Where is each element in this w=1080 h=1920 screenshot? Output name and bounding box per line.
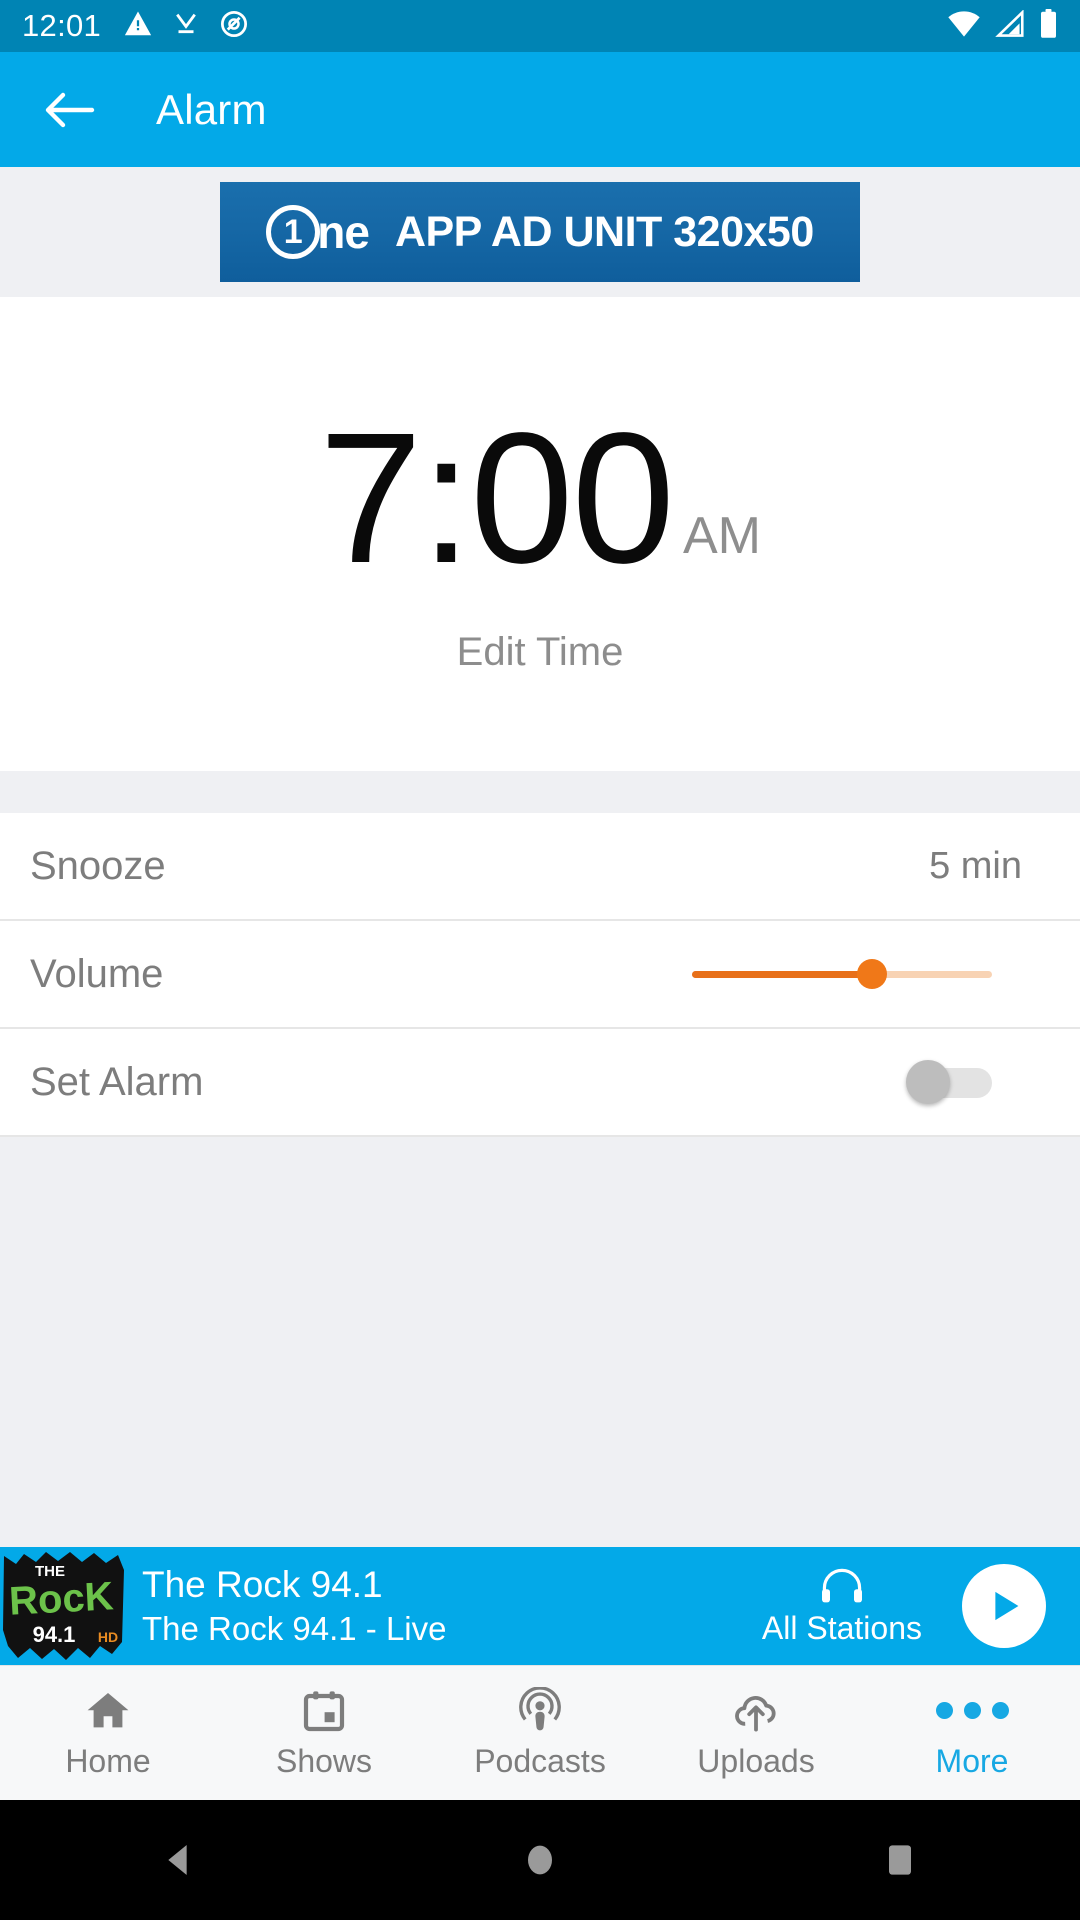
play-button[interactable]: [962, 1564, 1046, 1648]
station-logo[interactable]: THE RocK 94.1 HD: [0, 1550, 128, 1662]
snooze-label: Snooze: [30, 843, 166, 888]
svg-text:RocK: RocK: [8, 1574, 115, 1623]
ad-logo: 1 ne: [266, 205, 370, 259]
status-bar-notification-icons: [123, 9, 249, 44]
edit-time-button[interactable]: Edit Time: [0, 630, 1080, 675]
back-button[interactable]: [40, 80, 100, 140]
volume-slider-thumb[interactable]: [857, 959, 887, 990]
warning-icon: [123, 9, 153, 44]
section-divider-band: [0, 771, 1080, 814]
more-dot-1: [935, 1702, 953, 1719]
system-back-icon: [168, 1845, 187, 1875]
set-alarm-toggle[interactable]: [906, 1060, 994, 1105]
volume-slider-fill: [692, 970, 872, 978]
snooze-row[interactable]: Snooze 5 min: [0, 813, 1080, 922]
nav-label-uploads: Uploads: [697, 1742, 815, 1779]
download-done-icon: [171, 9, 201, 44]
status-bar: 12:01: [0, 0, 1080, 52]
app-bar: Alarm: [0, 52, 1080, 167]
nav-label-shows: Shows: [275, 1742, 373, 1779]
arrow-back-icon: [45, 92, 95, 127]
all-stations-button[interactable]: All Stations: [762, 1566, 922, 1647]
wifi-icon: [947, 10, 981, 43]
page-title: Alarm: [156, 85, 267, 133]
phone-screen: 12:01 Alarm 1 ne APP AD UNIT 320x50 7:00…: [0, 0, 1080, 1920]
more-dot-2: [963, 1702, 981, 1719]
nav-label-more: More: [935, 1742, 1009, 1779]
system-recents-icon: [889, 1845, 911, 1875]
now-playing-info[interactable]: The Rock 94.1 The Rock 94.1 - Live: [142, 1563, 762, 1649]
nav-item-podcasts[interactable]: Podcasts: [432, 1666, 648, 1800]
set-alarm-row[interactable]: Set Alarm: [0, 1029, 1080, 1138]
station-name: The Rock 94.1: [142, 1564, 383, 1606]
alarm-time-meridiem: AM: [683, 507, 761, 566]
system-back-button[interactable]: [100, 1800, 260, 1920]
volume-label: Volume: [30, 951, 164, 996]
home-icon: [87, 1692, 129, 1727]
all-stations-label: All Stations: [761, 1609, 922, 1646]
battery-icon: [1039, 8, 1058, 44]
nav-item-shows[interactable]: Shows: [216, 1666, 432, 1800]
status-bar-system-icons: [947, 8, 1058, 44]
set-alarm-label: Set Alarm: [30, 1059, 204, 1104]
nav-item-more[interactable]: More: [864, 1666, 1080, 1800]
headphones-icon: [821, 1568, 862, 1602]
podcast-icon: [519, 1686, 561, 1730]
ad-container: 1 ne APP AD UNIT 320x50: [0, 167, 1080, 297]
nav-label-home: Home: [65, 1742, 151, 1779]
status-bar-clock: 12:01: [22, 8, 102, 43]
alarm-settings-list: Snooze 5 min Volume Set Alarm: [0, 813, 1080, 1138]
nav-item-home[interactable]: Home: [0, 1666, 216, 1800]
system-navigation-bar: [0, 1800, 1080, 1920]
ad-banner[interactable]: 1 ne APP AD UNIT 320x50: [220, 182, 860, 282]
station-subtitle: The Rock 94.1 - Live: [142, 1609, 447, 1647]
play-icon: [995, 1591, 1019, 1621]
system-recents-button[interactable]: [820, 1800, 980, 1920]
alarm-time-section: 7:00 AM Edit Time: [0, 297, 1080, 772]
volume-slider[interactable]: [692, 952, 992, 996]
alarm-time-display[interactable]: 7:00 AM: [0, 395, 1080, 602]
content-filler: [0, 1137, 1080, 1547]
volume-row[interactable]: Volume: [0, 921, 1080, 1030]
snooze-value: 5 min: [929, 844, 1022, 887]
ad-logo-word: ne: [317, 206, 370, 258]
svg-text:94.1: 94.1: [33, 1622, 76, 1647]
system-home-button[interactable]: [460, 1800, 620, 1920]
alarm-time-value: 7:00: [318, 395, 675, 602]
now-playing-bar: THE RocK 94.1 HD The Rock 94.1 The Rock …: [0, 1547, 1080, 1665]
nav-label-podcasts: Podcasts: [474, 1742, 606, 1779]
bottom-navigation: Home Shows Podcasts Uploads More: [0, 1665, 1080, 1800]
nav-item-uploads[interactable]: Uploads: [648, 1666, 864, 1800]
more-dot-3: [991, 1702, 1009, 1719]
do-not-disturb-icon: [219, 9, 249, 44]
ad-text: APP AD UNIT 320x50: [394, 207, 814, 256]
cellular-signal-icon: [995, 8, 1025, 43]
more-dots-icon: [935, 1687, 1009, 1735]
system-home-icon: [528, 1845, 552, 1875]
calendar-icon: [303, 1690, 345, 1731]
cloud-upload-icon: [735, 1695, 776, 1731]
svg-text:HD: HD: [98, 1629, 118, 1645]
ad-logo-digit: 1: [266, 205, 321, 259]
